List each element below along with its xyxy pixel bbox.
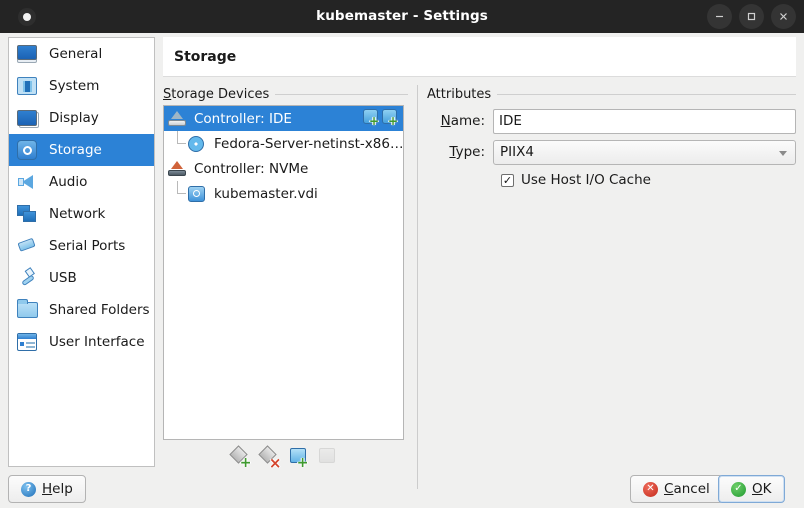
close-icon[interactable] (771, 4, 796, 29)
tree-guide-line (177, 143, 186, 144)
usb-icon (17, 267, 39, 289)
window-titlebar: kubemaster - Settings (0, 0, 804, 33)
name-label-rest: ame: (450, 113, 485, 129)
sidebar-item-user-interface[interactable]: User Interface (9, 326, 154, 358)
minimize-icon[interactable] (707, 4, 732, 29)
page-title: Storage (174, 48, 237, 65)
storage-tree-item-label: Controller: IDE (194, 110, 292, 127)
sidebar-item-storage[interactable]: Storage (9, 134, 154, 166)
storage-devices-group: Storage Devices Controller: IDE Fedora-Se… (163, 85, 408, 500)
sidebar-item-label: Network (49, 206, 106, 222)
storage-icon (17, 139, 39, 161)
page-header: Storage (163, 37, 796, 77)
help-button[interactable]: ? Help (8, 475, 86, 503)
attributes-group: Attributes Name: IDE Type: PIIX4 ✓ Use H… (427, 85, 796, 285)
add-hard-disk-icon[interactable] (382, 109, 398, 127)
sidebar-item-label: USB (49, 270, 77, 286)
storage-tree[interactable]: Controller: IDE Fedora-Server-netinst-x86… (163, 105, 404, 440)
table-row[interactable]: Controller: IDE (164, 106, 403, 131)
ok-button[interactable]: ✓ OK (718, 475, 785, 503)
sidebar-item-label: General (49, 46, 103, 62)
ok-icon: ✓ (731, 481, 746, 497)
sidebar-item-label: Display (49, 110, 99, 126)
use-host-io-cache-checkbox[interactable]: ✓ (501, 173, 514, 187)
cancel-rest: ancel (673, 481, 710, 497)
settings-dialog-body: General System Display Storage Audio Network S… (0, 33, 804, 508)
sidebar-item-label: System (49, 78, 100, 94)
sidebar-item-display[interactable]: Display (9, 102, 154, 134)
type-label-rest: ype: (455, 144, 485, 160)
sidebar-item-general[interactable]: General (9, 38, 154, 70)
folder-icon (16, 299, 39, 321)
use-host-io-cache-row[interactable]: ✓ Use Host I/O Cache (427, 169, 796, 191)
nvme-controller-icon (168, 159, 188, 179)
type-select-value: PIIX4 (500, 144, 534, 160)
table-row[interactable]: Fedora-Server-netinst-x86… (164, 131, 403, 156)
sidebar-item-network[interactable]: Network (9, 198, 154, 230)
add-optical-drive-icon[interactable] (363, 109, 379, 127)
cancel-icon: ✕ (643, 481, 658, 497)
controller-add-icon[interactable] (228, 444, 252, 470)
ok-rest: K (762, 481, 772, 497)
attributes-group-title: Attributes (427, 85, 796, 103)
controller-remove-icon[interactable] (257, 444, 281, 471)
attachment-remove-icon (318, 446, 337, 465)
ok-button-label: OK (752, 481, 772, 497)
sidebar-item-shared-folders[interactable]: Shared Folders (9, 294, 154, 326)
sidebar-item-label: Shared Folders (49, 302, 150, 318)
sidebar-item-label: Audio (49, 174, 88, 190)
storage-tree-item-label: Controller: NVMe (194, 160, 309, 177)
help-rest: elp (52, 481, 73, 497)
use-host-io-cache-label: Use Host I/O Cache (521, 172, 651, 188)
monitor-icon (17, 43, 39, 65)
type-select[interactable]: PIIX4 (493, 139, 796, 165)
storage-tree-item-label: kubemaster.vdi (214, 185, 318, 202)
attachment-add-icon[interactable] (289, 446, 309, 470)
sidebar-item-label: User Interface (49, 334, 145, 350)
settings-sidebar[interactable]: General System Display Storage Audio Network S… (8, 37, 155, 467)
help-icon: ? (21, 481, 36, 497)
chevron-down-icon (779, 150, 787, 156)
table-row[interactable]: Controller: NVMe (164, 156, 403, 181)
attributes-label: Attributes (427, 86, 492, 102)
sidebar-item-label: Serial Ports (49, 238, 126, 254)
name-input[interactable]: IDE (493, 108, 796, 134)
speaker-icon (17, 171, 39, 193)
storage-tree-item-label: Fedora-Server-netinst-x86… (214, 135, 403, 152)
motherboard-icon (17, 75, 39, 97)
hard-disk-icon (188, 184, 208, 204)
storage-devices-group-title: Storage Devices (163, 85, 408, 103)
window-title: kubemaster - Settings (316, 8, 488, 24)
type-label: Type: (427, 144, 493, 160)
sidebar-item-label: Storage (49, 142, 102, 158)
ok-accel: O (752, 481, 763, 497)
attribute-row-name: Name: IDE (427, 107, 796, 135)
cancel-button-label: Cancel (664, 481, 710, 497)
maximize-icon[interactable] (739, 4, 764, 29)
sidebar-item-usb[interactable]: USB (9, 262, 154, 294)
ide-controller-icon (168, 109, 188, 129)
help-button-label: Help (42, 481, 73, 497)
attributes-rows: Name: IDE Type: PIIX4 ✓ Use Host I/O Cac… (427, 107, 796, 191)
sidebar-item-system[interactable]: System (9, 70, 154, 102)
attribute-row-type: Type: PIIX4 (427, 138, 796, 166)
window-controls (707, 0, 796, 33)
help-accel: H (42, 481, 53, 497)
network-icon (17, 203, 39, 225)
optical-disk-icon (188, 134, 208, 154)
cancel-button[interactable]: ✕ Cancel (630, 475, 723, 503)
panel-splitter[interactable] (417, 85, 418, 489)
user-interface-icon (17, 331, 39, 353)
display-icon (17, 107, 39, 129)
sidebar-item-serial-ports[interactable]: Serial Ports (9, 230, 154, 262)
table-row[interactable]: kubemaster.vdi (164, 181, 403, 206)
storage-tree-row-actions (363, 109, 398, 127)
tree-guide-line (177, 193, 186, 194)
name-label-accel: N (440, 113, 451, 129)
name-label: Name: (427, 113, 493, 129)
storage-devices-label: torage Devices (171, 86, 270, 102)
sidebar-item-audio[interactable]: Audio (9, 166, 154, 198)
serial-port-icon (17, 235, 39, 257)
storage-tree-toolbar[interactable] (163, 442, 404, 471)
